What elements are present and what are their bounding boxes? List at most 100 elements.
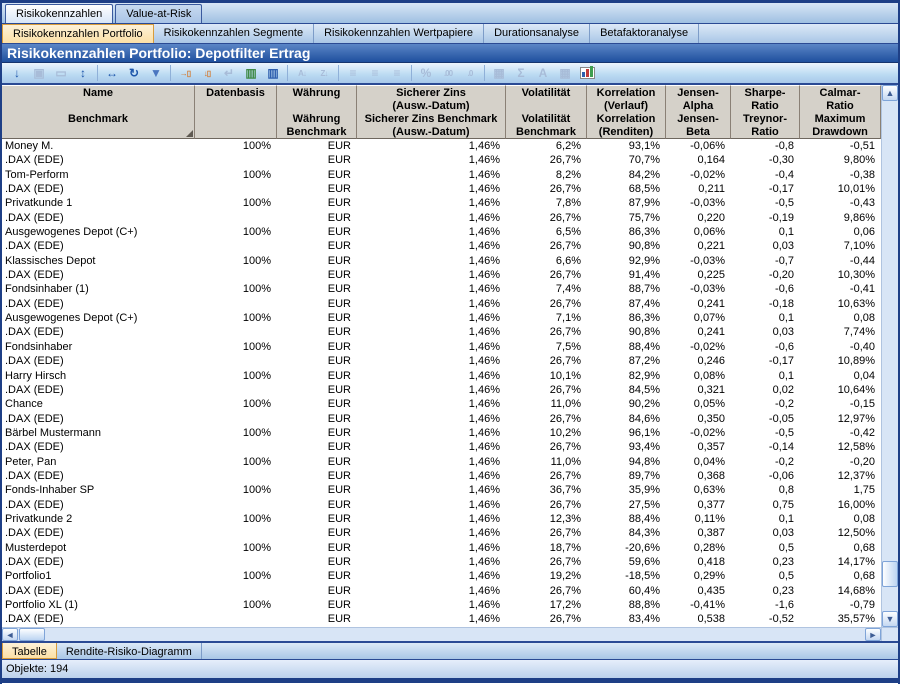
cell-datenbasis: 100% <box>195 282 277 296</box>
scroll-left-button[interactable]: ◄ <box>2 628 18 641</box>
table-row[interactable]: .DAX (EDE)EUR1,46%26,7%89,7%0,368-0,0612… <box>2 469 881 483</box>
tab-value-at-risk[interactable]: Value-at-Risk <box>115 4 202 23</box>
undo-column-icon[interactable]: ↵ <box>219 64 239 82</box>
export-icon[interactable]: ↓ <box>7 64 27 82</box>
align-bottom-icon[interactable]: ≡ <box>387 64 407 82</box>
horizontal-scroll-thumb[interactable] <box>19 628 45 641</box>
table-row[interactable]: Fondsinhaber100%EUR1,46%7,5%88,4%-0,02%-… <box>2 340 881 354</box>
table-row[interactable]: .DAX (EDE)EUR1,46%26,7%91,4%0,225-0,2010… <box>2 268 881 282</box>
table-row[interactable]: .DAX (EDE)EUR1,46%26,7%59,6%0,4180,2314,… <box>2 555 881 569</box>
cell-jensen: 0,418 <box>666 555 731 569</box>
table-row[interactable]: Portfolio XL (1)100%EUR1,46%17,2%88,8%-0… <box>2 598 881 612</box>
table-row[interactable]: .DAX (EDE)EUR1,46%26,7%70,7%0,164-0,309,… <box>2 153 881 167</box>
column-header-waehrung[interactable]: Währung Währung Benchmark <box>277 85 357 139</box>
table-row[interactable]: Musterdepot100%EUR1,46%18,7%-20,6%0,28%0… <box>2 541 881 555</box>
refresh-icon[interactable]: ↻ <box>124 64 144 82</box>
table-row[interactable]: Harry Hirsch100%EUR1,46%10,1%82,9%0,08%0… <box>2 369 881 383</box>
table-row[interactable]: Ausgewogenes Depot (C+)100%EUR1,46%6,5%8… <box>2 225 881 239</box>
vertical-scroll-thumb[interactable] <box>882 561 898 587</box>
cell-name: Bärbel Mustermann <box>2 426 195 440</box>
table-row[interactable]: Peter, Pan100%EUR1,46%11,0%94,8%0,04%-0,… <box>2 455 881 469</box>
table-row[interactable]: Chance100%EUR1,46%11,0%90,2%0,05%-0,2-0,… <box>2 397 881 411</box>
insert-column-right-icon[interactable]: →▯ <box>175 64 195 82</box>
table-row[interactable]: .DAX (EDE)EUR1,46%26,7%87,4%0,241-0,1810… <box>2 297 881 311</box>
filter-icon[interactable]: ▼ <box>146 64 166 82</box>
column-stats-icon[interactable]: ▦ <box>489 64 509 82</box>
table-row[interactable]: Portfolio1100%EUR1,46%19,2%-18,5%0,29%0,… <box>2 569 881 583</box>
cell-sharpe: -0,05 <box>731 412 800 426</box>
cell-volatilitaet: 26,7% <box>506 555 587 569</box>
hidden-columns-icon[interactable]: ▥ <box>241 64 261 82</box>
cell-sicherer-zins: 1,46% <box>357 297 506 311</box>
column-width-icon[interactable]: ↔ <box>102 64 122 82</box>
cell-korrelation: 90,8% <box>587 239 666 253</box>
cell-korrelation: 87,4% <box>587 297 666 311</box>
subtab-risikokennzahlen-wertpapiere[interactable]: Risikokennzahlen Wertpapiere <box>314 24 484 43</box>
table-row[interactable]: Money M.100%EUR1,46%6,2%93,1%-0,06%-0,8-… <box>2 139 881 153</box>
select-columns-icon[interactable]: ▥ <box>263 64 283 82</box>
cell-korrelation: 86,3% <box>587 311 666 325</box>
cell-waehrung: EUR <box>277 268 357 282</box>
table-row[interactable]: Fonds-Inhaber SP100%EUR1,46%36,7%35,9%0,… <box>2 483 881 497</box>
percent-format-icon[interactable]: % <box>416 64 436 82</box>
decrease-decimal-icon[interactable]: .0 <box>460 64 480 82</box>
table-row[interactable]: Tom-Perform100%EUR1,46%8,2%84,2%-0,02%-0… <box>2 168 881 182</box>
view-tab-rendite-risiko-diagramm[interactable]: Rendite-Risiko-Diagramm <box>57 643 202 659</box>
column-format-icon[interactable]: ▦ <box>555 64 575 82</box>
table-row[interactable]: .DAX (EDE)EUR1,46%26,7%60,4%0,4350,2314,… <box>2 584 881 598</box>
table-row[interactable]: .DAX (EDE)EUR1,46%26,7%84,5%0,3210,0210,… <box>2 383 881 397</box>
table-row[interactable]: Ausgewogenes Depot (C+)100%EUR1,46%7,1%8… <box>2 311 881 325</box>
sort-ascending-icon[interactable]: A↓ <box>292 64 312 82</box>
table-row[interactable]: Privatkunde 1100%EUR1,46%7,8%87,9%-0,03%… <box>2 196 881 210</box>
sort-descending-icon[interactable]: Z↓ <box>314 64 334 82</box>
copy-format-icon[interactable]: ▣ <box>29 64 49 82</box>
name-column-resize-marker[interactable] <box>186 130 193 137</box>
table-row[interactable]: .DAX (EDE)EUR1,46%26,7%84,3%0,3870,0312,… <box>2 526 881 540</box>
cell-sicherer-zins: 1,46% <box>357 311 506 325</box>
scroll-down-button[interactable]: ▼ <box>882 611 898 627</box>
align-center-icon[interactable]: ≡ <box>365 64 385 82</box>
table-row[interactable]: .DAX (EDE)EUR1,46%26,7%75,7%0,220-0,199,… <box>2 211 881 225</box>
column-header-calmar[interactable]: Calmar- Ratio Maximum Drawdown <box>800 85 881 139</box>
subtab-durationsanalyse[interactable]: Durationsanalyse <box>484 24 590 43</box>
table-row[interactable]: Fondsinhaber (1)100%EUR1,46%7,4%88,7%-0,… <box>2 282 881 296</box>
subtab-risikokennzahlen-portfolio[interactable]: Risikokennzahlen Portfolio <box>2 24 154 43</box>
table-row[interactable]: .DAX (EDE)EUR1,46%26,7%68,5%0,211-0,1710… <box>2 182 881 196</box>
table-row[interactable]: .DAX (EDE)EUR1,46%26,7%90,8%0,2210,037,1… <box>2 239 881 253</box>
table-row[interactable]: Bärbel Mustermann100%EUR1,46%10,2%96,1%-… <box>2 426 881 440</box>
table-row[interactable]: Klassisches Depot100%EUR1,46%6,6%92,9%-0… <box>2 254 881 268</box>
cell-sharpe: 0,1 <box>731 369 800 383</box>
column-header-datenbasis[interactable]: Datenbasis <box>195 85 277 139</box>
table-row[interactable]: .DAX (EDE)EUR1,46%26,7%87,2%0,246-0,1710… <box>2 354 881 368</box>
sum-icon[interactable]: Σ <box>511 64 531 82</box>
insert-column-down-icon[interactable]: ↓▯ <box>197 64 217 82</box>
cell-name: .DAX (EDE) <box>2 383 195 397</box>
chart-icon[interactable] <box>577 64 597 82</box>
subtab-risikokennzahlen-segmente[interactable]: Risikokennzahlen Segmente <box>154 24 314 43</box>
tab-risikokennzahlen[interactable]: Risikokennzahlen <box>5 4 113 23</box>
column-header-sicherer-zins[interactable]: Sicherer Zins (Ausw.-Datum) Sicherer Zin… <box>357 85 506 139</box>
align-top-icon[interactable]: ≡ <box>343 64 363 82</box>
scroll-right-button[interactable]: ► <box>865 628 881 641</box>
subtab-betafaktoranalyse[interactable]: Betafaktoranalyse <box>590 24 699 43</box>
table-row[interactable]: .DAX (EDE)EUR1,46%26,7%84,6%0,350-0,0512… <box>2 412 881 426</box>
column-header-name[interactable]: Name Benchmark <box>2 85 195 139</box>
increase-decimal-icon[interactable]: .00 <box>438 64 458 82</box>
font-icon[interactable]: A <box>533 64 553 82</box>
table-row[interactable]: .DAX (EDE)EUR1,46%26,7%90,8%0,2410,037,7… <box>2 325 881 339</box>
cell-jensen: 0,350 <box>666 412 731 426</box>
horizontal-scrollbar[interactable]: ◄ ► <box>2 627 881 641</box>
table-row[interactable]: .DAX (EDE)EUR1,46%26,7%93,4%0,357-0,1412… <box>2 440 881 454</box>
vertical-scrollbar[interactable]: ▲ ▼ <box>881 85 898 627</box>
view-tab-tabelle[interactable]: Tabelle <box>2 643 57 659</box>
fit-height-icon[interactable]: ↕ <box>73 64 93 82</box>
table-row[interactable]: .DAX (EDE)EUR1,46%26,7%27,5%0,3770,7516,… <box>2 498 881 512</box>
column-header-jensen[interactable]: Jensen- Alpha Jensen- Beta <box>666 85 731 139</box>
column-header-korrelation[interactable]: Korrelation (Verlauf) Korrelation (Rendi… <box>587 85 666 139</box>
column-header-volatilitaet[interactable]: Volatilität Volatilität Benchmark <box>506 85 587 139</box>
scroll-up-button[interactable]: ▲ <box>882 85 898 101</box>
table-row[interactable]: .DAX (EDE)EUR1,46%26,7%83,4%0,538-0,5235… <box>2 612 881 626</box>
fit-window-icon[interactable]: ▭ <box>51 64 71 82</box>
column-header-sharpe[interactable]: Sharpe- Ratio Treynor- Ratio <box>731 85 800 139</box>
table-row[interactable]: Privatkunde 2100%EUR1,46%12,3%88,4%0,11%… <box>2 512 881 526</box>
